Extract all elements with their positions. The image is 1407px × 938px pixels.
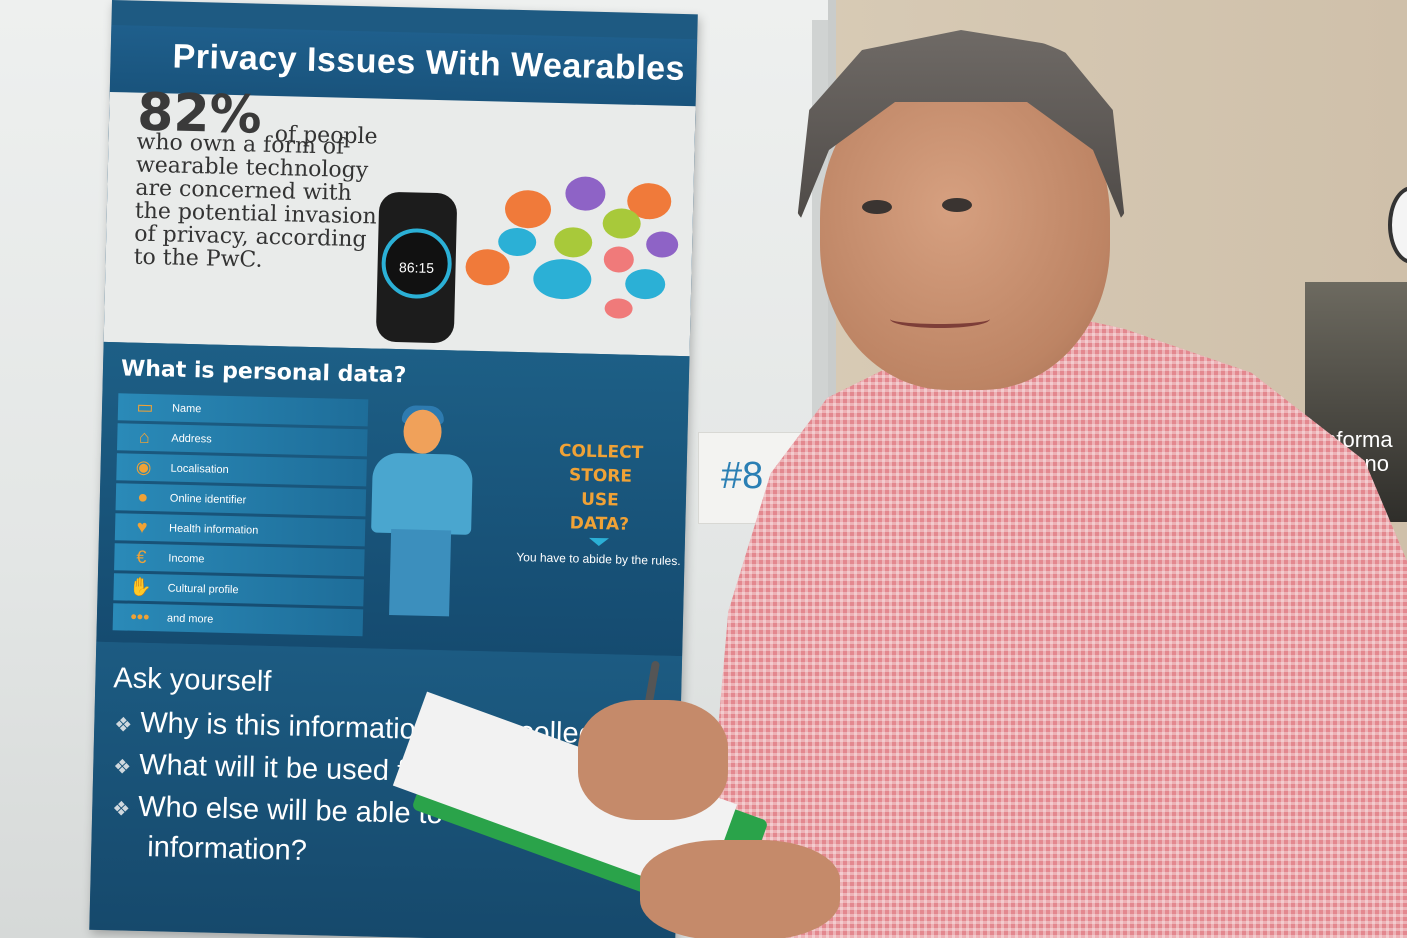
man-eye — [942, 198, 972, 212]
man-writing-hand — [578, 700, 728, 820]
person-illustration — [359, 405, 484, 621]
diamond-bullet-icon: ❖ — [111, 798, 131, 821]
personal-data-list: ▭ Name ⌂ Address ◉ Localisation ● Online identi… — [112, 393, 369, 639]
personal-data-label: Name — [171, 402, 202, 415]
personal-data-row: ▭ Name — [117, 393, 369, 427]
personal-data-row: ✋ Cultural profile — [113, 573, 364, 607]
personal-data-label: and more — [166, 612, 214, 626]
down-arrow-icon — [588, 537, 609, 547]
euro-icon: € — [136, 546, 147, 568]
personal-data-row: ♥ Health information — [114, 513, 366, 547]
person-body — [371, 452, 473, 535]
person-head — [403, 409, 443, 455]
collect-line: USE — [580, 489, 619, 511]
collect-line: STORE — [568, 465, 633, 487]
personal-data-label: Health information — [168, 522, 259, 537]
dots-icon: ••• — [130, 606, 150, 628]
collect-line: COLLECT — [558, 441, 644, 464]
id-card-icon: ▭ — [136, 396, 154, 418]
personal-data-row: € Income — [114, 543, 365, 577]
ask-yourself-title: Ask yourself — [113, 662, 272, 699]
man-mouth — [890, 310, 990, 328]
personal-data-label: Cultural profile — [167, 582, 239, 596]
personal-data-label: Online identifier — [169, 492, 247, 506]
man-holding-hand — [640, 840, 840, 938]
person-legs — [389, 528, 452, 617]
heart-pulse-icon: ♥ — [136, 516, 148, 538]
house-icon: ⌂ — [138, 426, 151, 448]
location-pin-icon: ◉ — [135, 456, 152, 478]
smartwatch-illustration: 86:15 — [375, 191, 458, 344]
man-eye — [862, 200, 892, 214]
personal-data-row: ● Online identifier — [115, 483, 367, 517]
statistic-text: who own a form of wearable technology ar… — [133, 129, 377, 273]
collect-line: DATA? — [569, 513, 630, 535]
personal-data-row: ⌂ Address — [117, 423, 368, 457]
hands-icon: ✋ — [129, 576, 153, 598]
diamond-bullet-icon: ❖ — [114, 714, 133, 737]
person-icon: ● — [137, 486, 149, 508]
diamond-bullet-icon: ❖ — [112, 756, 132, 779]
photo-scene: Privacy Issues With Wearables 82% of peo… — [0, 0, 1407, 938]
personal-data-label: Localisation — [170, 462, 229, 476]
ask-item-continuation: information? — [146, 831, 308, 868]
watch-face: 86:15 — [380, 227, 453, 300]
personal-data-row: ••• and more — [112, 603, 364, 637]
personal-data-label: Income — [168, 552, 205, 565]
personal-data-label: Address — [171, 432, 212, 446]
tag-label: #8 — [721, 455, 764, 497]
personal-data-row: ◉ Localisation — [116, 453, 367, 487]
collect-store-use-text: COLLECT STORE USE DATA? — [524, 438, 676, 538]
